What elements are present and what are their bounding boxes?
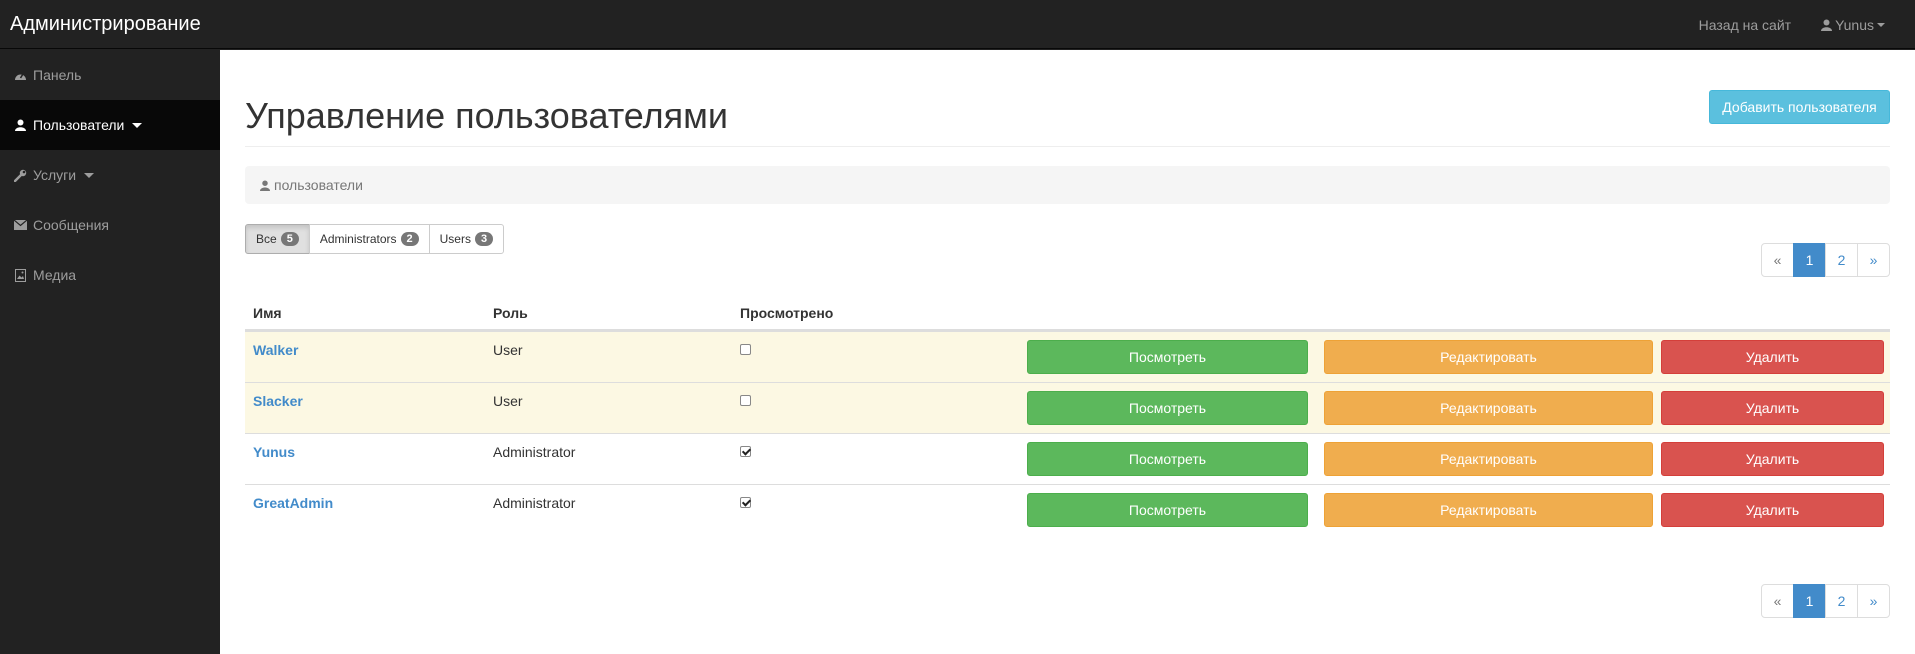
wrench-icon [13, 169, 27, 182]
pagination-next[interactable]: » [1857, 584, 1890, 618]
filter-label: Users [439, 232, 471, 246]
page-title: Управление пользователями [245, 95, 728, 136]
user-role: Administrator [493, 495, 576, 511]
sidebar-item-panel[interactable]: Панель [0, 50, 220, 100]
view-button[interactable]: Посмотреть [1027, 442, 1308, 476]
user-menu-label: Yunus [1835, 16, 1874, 33]
brand-title[interactable]: Администрирование [10, 13, 201, 36]
seen-checkbox[interactable] [740, 446, 751, 457]
delete-button[interactable]: Удалить [1661, 340, 1884, 374]
envelope-icon [13, 220, 27, 230]
pagination-page-2[interactable]: 2 [1825, 584, 1858, 618]
users-table: Имя Роль Просмотрено Walker User Посмотр… [245, 299, 1890, 535]
top-nav: Назад на сайт Yunus [1669, 0, 1885, 49]
count-badge: 3 [474, 232, 494, 246]
table-row: Walker User Посмотреть Редактировать Уда… [245, 331, 1890, 382]
user-name-link[interactable]: Walker [253, 342, 298, 358]
back-to-site-link[interactable]: Назад на сайт [1699, 17, 1791, 33]
view-button[interactable]: Посмотреть [1027, 391, 1308, 425]
sidebar: Панель Пользователи Услуги Сообщения Мед… [0, 50, 220, 654]
count-badge: 2 [400, 232, 419, 246]
top-navbar: Администрирование Назад на сайт Yunus [0, 0, 1915, 49]
user-role: User [493, 393, 523, 409]
dashboard-icon [13, 70, 27, 81]
seen-checkbox[interactable] [740, 344, 751, 355]
chevron-down-icon [1877, 22, 1885, 27]
breadcrumb-label: пользователи [274, 177, 363, 193]
pagination-bottom: « 1 2 » [1761, 584, 1890, 618]
sidebar-item-label: Пользователи [33, 117, 125, 133]
sidebar-item-messages[interactable]: Сообщения [0, 200, 220, 250]
delete-button[interactable]: Удалить [1661, 493, 1884, 527]
view-button[interactable]: Посмотреть [1027, 493, 1308, 527]
sidebar-item-label: Сообщения [33, 217, 109, 233]
edit-button[interactable]: Редактировать [1324, 493, 1653, 527]
table-row: Yunus Administrator Посмотреть Редактиро… [245, 433, 1890, 484]
seen-checkbox[interactable] [740, 395, 751, 406]
filter-users[interactable]: Users 3 [428, 224, 505, 254]
breadcrumb: пользователи [245, 166, 1890, 204]
column-header-role: Роль [493, 305, 528, 321]
table-row: Slacker User Посмотреть Редактировать Уд… [245, 382, 1890, 433]
user-name-link[interactable]: GreatAdmin [253, 495, 333, 511]
user-icon [13, 119, 27, 131]
filter-label: Все [256, 232, 277, 246]
edit-button[interactable]: Редактировать [1324, 442, 1653, 476]
view-button[interactable]: Посмотреть [1027, 340, 1308, 374]
pagination-page-1[interactable]: 1 [1793, 243, 1826, 277]
column-header-name: Имя [253, 305, 282, 321]
user-name-link[interactable]: Slacker [253, 393, 303, 409]
image-file-icon [13, 268, 27, 282]
table-header: Имя Роль Просмотрено [245, 299, 1890, 331]
table-row: GreatAdmin Administrator Посмотреть Реда… [245, 484, 1890, 535]
sidebar-item-users[interactable]: Пользователи [0, 100, 220, 150]
user-role: Administrator [493, 444, 576, 460]
sidebar-item-media[interactable]: Медиа [0, 250, 220, 300]
count-badge: 5 [280, 232, 299, 246]
pagination-next[interactable]: » [1857, 243, 1890, 277]
edit-button[interactable]: Редактировать [1324, 391, 1653, 425]
sidebar-item-label: Услуги [33, 167, 77, 183]
sidebar-item-label: Медиа [33, 267, 77, 283]
filter-label: Administrators [319, 232, 397, 246]
user-icon [260, 180, 270, 191]
add-user-button[interactable]: Добавить пользователя [1709, 90, 1890, 124]
pagination-prev[interactable]: « [1761, 243, 1794, 277]
user-menu-dropdown[interactable]: Yunus [1821, 17, 1885, 33]
user-role: User [493, 342, 523, 358]
chevron-down-icon [84, 172, 95, 178]
delete-button[interactable]: Удалить [1661, 442, 1884, 476]
page-header: Управление пользователями Добавить польз… [245, 90, 1890, 147]
filter-administrators[interactable]: Administrators 2 [308, 224, 430, 254]
role-filter-group: Все 5 Administrators 2 Users 3 [245, 224, 505, 254]
delete-button[interactable]: Удалить [1661, 391, 1884, 425]
chevron-down-icon [132, 122, 143, 128]
main-content: Управление пользователями Добавить польз… [220, 50, 1915, 654]
edit-button[interactable]: Редактировать [1324, 340, 1653, 374]
pagination-prev[interactable]: « [1761, 584, 1794, 618]
filter-all[interactable]: Все 5 [245, 224, 310, 254]
sidebar-item-label: Панель [33, 67, 82, 83]
user-icon [1821, 19, 1833, 31]
column-header-seen: Просмотрено [740, 305, 834, 321]
pagination-page-1[interactable]: 1 [1793, 584, 1826, 618]
seen-checkbox[interactable] [740, 497, 751, 508]
user-name-link[interactable]: Yunus [253, 444, 295, 460]
pagination-top: « 1 2 » [1761, 243, 1890, 277]
sidebar-item-services[interactable]: Услуги [0, 150, 220, 200]
pagination-page-2[interactable]: 2 [1825, 243, 1858, 277]
